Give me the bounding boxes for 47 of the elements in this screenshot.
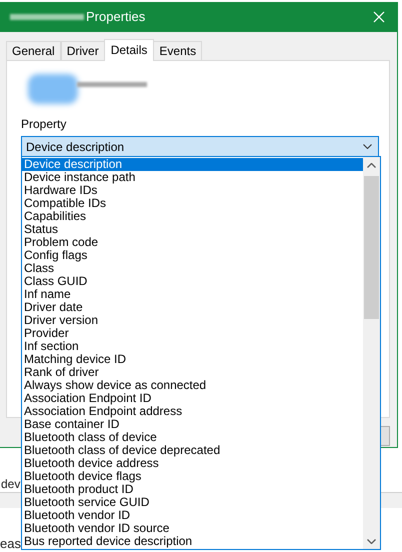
dropdown-item[interactable]: Rank of driver	[22, 366, 363, 379]
dropdown-item[interactable]: Association Endpoint address	[22, 405, 363, 418]
device-icon	[28, 74, 78, 104]
dropdown-item[interactable]: Problem code	[22, 236, 363, 249]
dropdown-item[interactable]: Always show device as connected	[22, 379, 363, 392]
dropdown-item[interactable]: Bluetooth device flags	[22, 470, 363, 483]
dropdown-item[interactable]: Association Endpoint ID	[22, 392, 363, 405]
property-label: Property	[21, 117, 66, 131]
dropdown-item[interactable]: Bluetooth class of device deprecated	[22, 444, 363, 457]
dropdown-item[interactable]: Capabilities	[22, 210, 363, 223]
dropdown-item[interactable]: Compatible IDs	[22, 197, 363, 210]
tab[interactable]: Driver	[60, 41, 105, 60]
dropdown-item[interactable]: Class GUID	[22, 275, 363, 288]
close-icon[interactable]	[373, 11, 385, 23]
dropdown-item[interactable]: Bluetooth class of device	[22, 431, 363, 444]
property-dropdown[interactable]: Device description	[21, 136, 379, 157]
page-text: dev	[1, 477, 20, 491]
dropdown-item[interactable]: Provider	[22, 327, 363, 340]
scroll-up-icon[interactable]	[367, 163, 376, 168]
tab[interactable]: Events	[153, 41, 202, 60]
dropdown-item[interactable]: Bluetooth service GUID	[22, 496, 363, 509]
tab[interactable]: Details	[104, 39, 154, 61]
scroll-down-icon[interactable]	[367, 539, 376, 544]
dropdown-item[interactable]: Config flags	[22, 249, 363, 262]
dropdown-item[interactable]: Class	[22, 262, 363, 275]
dropdown-item[interactable]: Bluetooth vendor ID source	[22, 522, 363, 535]
dropdown-item[interactable]: Bluetooth product ID	[22, 483, 363, 496]
dropdown-item[interactable]: Driver date	[22, 301, 363, 314]
dropdown-item[interactable]: Bus reported device description	[22, 535, 363, 548]
dropdown-item[interactable]: Matching device ID	[22, 353, 363, 366]
dropdown-item[interactable]: Hardware IDs	[22, 184, 363, 197]
dropdown-item[interactable]: Device instance path	[22, 171, 363, 184]
dropdown-item[interactable]: Base container ID	[22, 418, 363, 431]
scrollbar[interactable]	[363, 157, 380, 549]
page-text: eas	[0, 536, 21, 551]
window-title: Properties	[86, 8, 146, 26]
dropdown-item[interactable]: Driver version	[22, 314, 363, 327]
dropdown-item[interactable]: Device description	[22, 158, 363, 171]
dropdown-item[interactable]: Bluetooth vendor ID	[22, 509, 363, 522]
blurred-device-name	[77, 82, 147, 87]
dropdown-item[interactable]: Inf section	[22, 340, 363, 353]
dropdown-item[interactable]: Status	[22, 223, 363, 236]
dropdown-item[interactable]: Inf name	[22, 288, 363, 301]
scrollbar-thumb[interactable]	[364, 176, 379, 319]
chevron-down-icon	[363, 144, 372, 149]
tab[interactable]: General	[6, 41, 61, 60]
dropdown-item[interactable]: Bluetooth device address	[22, 457, 363, 470]
